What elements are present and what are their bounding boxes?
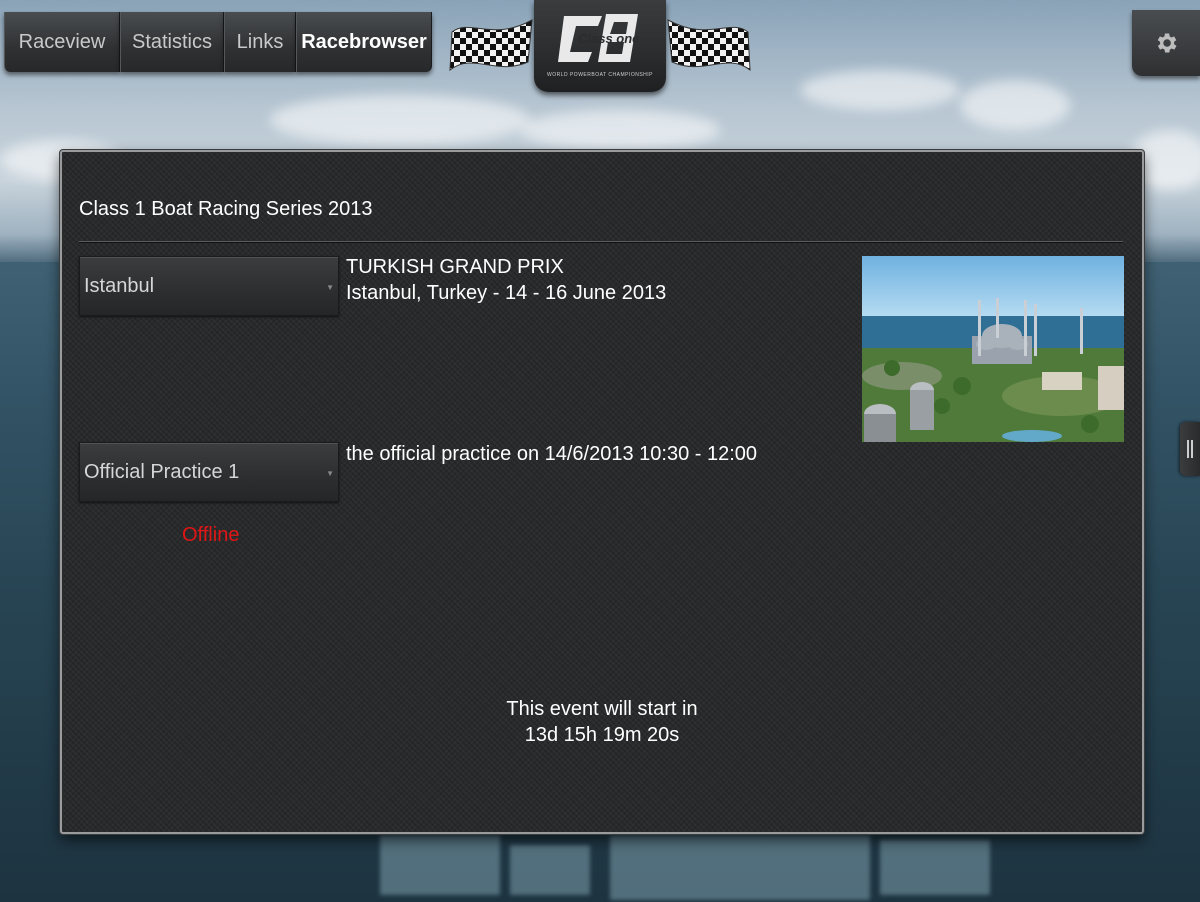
wave-foam	[610, 835, 870, 900]
gear-icon	[1157, 33, 1177, 53]
divider	[79, 241, 1123, 243]
tab-statistics[interactable]: Statistics	[120, 12, 224, 72]
racebrowser-panel: Class 1 Boat Racing Series 2013 Istanbul…	[60, 150, 1144, 834]
class-one-logo-icon: Class one	[558, 14, 639, 62]
dropdown-arrow-icon: ▼	[326, 283, 334, 292]
settings-button[interactable]	[1132, 10, 1200, 76]
tab-label: Racebrowser	[301, 30, 427, 53]
mosque-image	[862, 256, 1124, 442]
cloud	[960, 80, 1070, 130]
checkered-flag-left-icon	[449, 19, 533, 72]
event-name: TURKISH GRAND PRIX	[346, 256, 564, 278]
race-location-selector[interactable]: Istanbul ▼	[79, 256, 339, 316]
event-photo	[862, 256, 1124, 442]
tab-label: Raceview	[18, 30, 106, 53]
session-value: Official Practice 1	[84, 460, 240, 483]
checkered-flag-right-icon	[667, 19, 751, 72]
logo-wordmark: Class one	[578, 31, 639, 46]
session-description: the official practice on 14/6/2013 10:30…	[346, 443, 758, 465]
logo-plate: Class one WORLD POWERBOAT CHAMPIONSHIP	[534, 0, 666, 92]
wave-foam	[380, 835, 500, 895]
wave-foam	[880, 840, 990, 895]
cloud	[800, 70, 960, 110]
tab-label: Statistics	[131, 30, 213, 53]
race-location-value: Istanbul	[84, 274, 155, 297]
tab-links[interactable]: Links	[224, 12, 296, 72]
status-label: Offline	[182, 524, 240, 546]
logo-subtitle: WORLD POWERBOAT CHAMPIONSHIP	[546, 72, 654, 78]
wave-foam	[510, 845, 590, 895]
cloud	[520, 110, 720, 150]
cloud	[270, 95, 530, 145]
countdown-label: This event will start in	[506, 698, 698, 720]
countdown: This event will start in 13d 15h 19m 20s	[62, 696, 1142, 748]
countdown-value: 13d 15h 19m 20s	[524, 724, 680, 746]
grip-line	[1191, 440, 1193, 458]
session-selector[interactable]: Official Practice 1 ▼	[79, 442, 339, 502]
tab-raceview[interactable]: Raceview	[4, 12, 120, 72]
dropdown-arrow-icon: ▼	[326, 469, 334, 478]
event-location-dates: Istanbul, Turkey - 14 - 16 June 2013	[346, 282, 667, 304]
series-title: Class 1 Boat Racing Series 2013	[79, 198, 373, 220]
tab-racebrowser[interactable]: Racebrowser	[296, 12, 432, 72]
tab-label: Links	[236, 30, 284, 53]
top-nav: Raceview Statistics Links Racebrowser	[4, 12, 432, 74]
grip-line	[1187, 440, 1189, 458]
brand-logo: Class one WORLD POWERBOAT CHAMPIONSHIP	[440, 0, 760, 96]
side-panel-handle[interactable]	[1180, 422, 1200, 476]
